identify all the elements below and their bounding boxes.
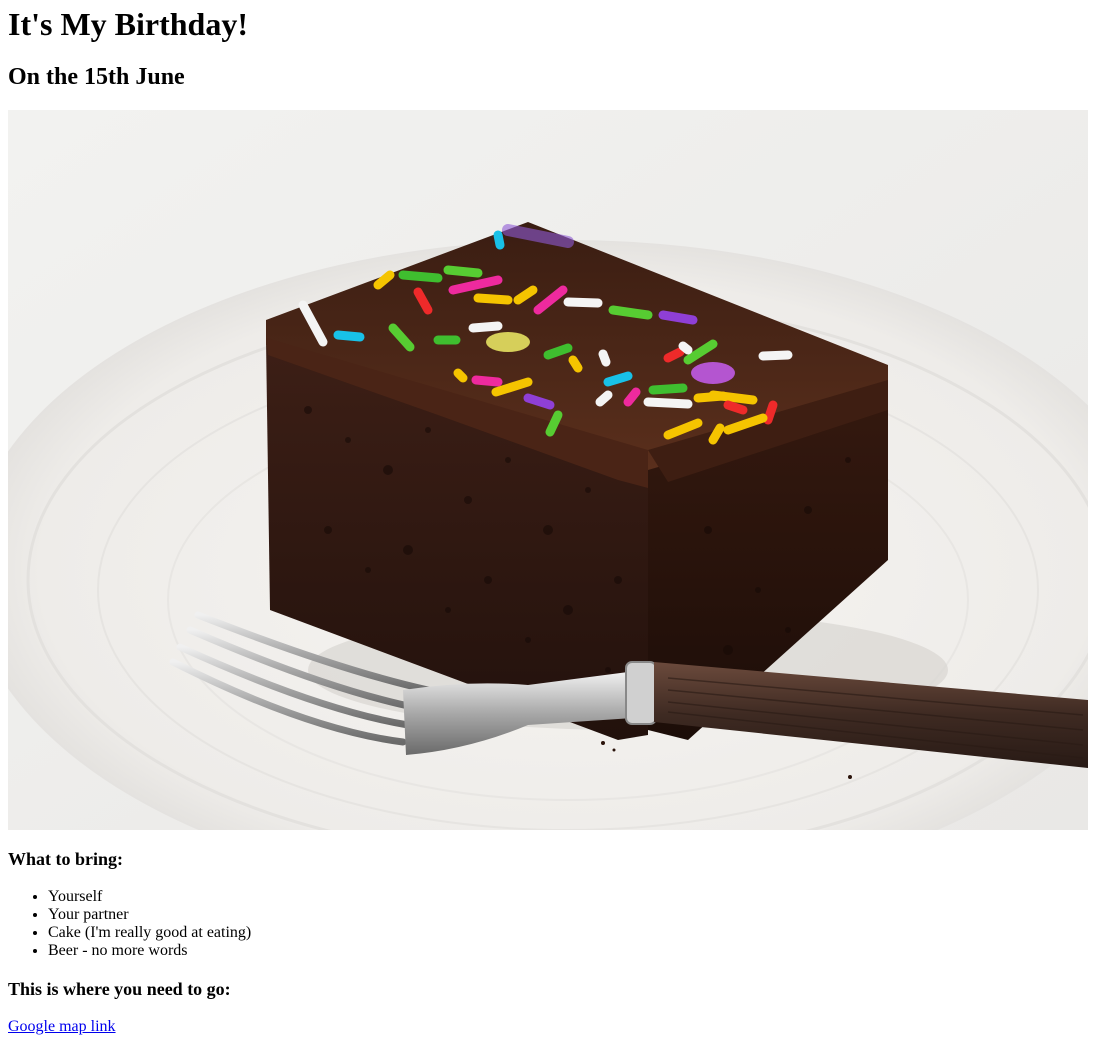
list-item: Yourself (48, 888, 1099, 906)
chocolate-cake-photo (8, 110, 1088, 830)
location-heading: This is where you need to go: (8, 979, 231, 999)
map-link-paragraph: Google map link (8, 1018, 1099, 1036)
bring-list: Yourself Your partner Cake (I'm really g… (8, 888, 1099, 960)
bring-heading: What to bring: (8, 849, 124, 869)
list-item: Cake (I'm really good at eating) (48, 924, 1099, 942)
list-item: Your partner (48, 906, 1099, 924)
page-subtitle: On the 15th June (8, 64, 185, 90)
page-title: It's My Birthday! (8, 6, 248, 42)
page-content: It's My Birthday! On the 15th June What … (0, 0, 1107, 1036)
google-map-link[interactable]: Google map link (8, 1018, 116, 1035)
list-item: Beer - no more words (48, 942, 1099, 960)
